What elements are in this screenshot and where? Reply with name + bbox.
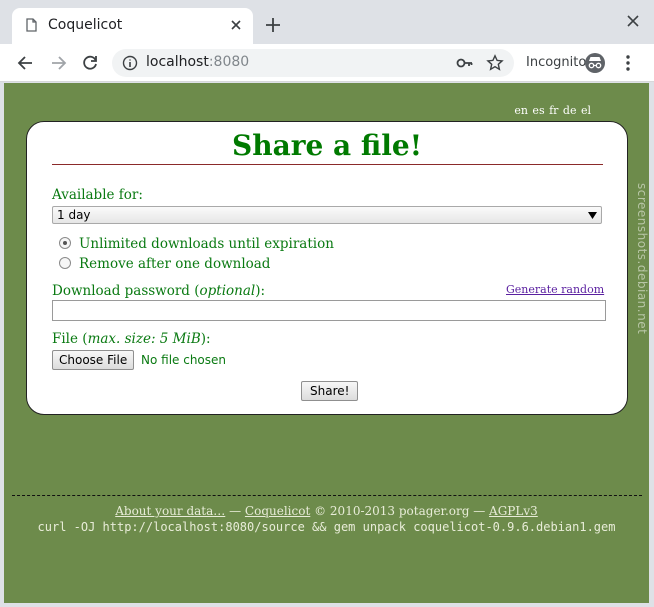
choose-file-button[interactable]: Choose File bbox=[52, 350, 135, 370]
footer-divider bbox=[12, 495, 642, 496]
title-divider bbox=[52, 164, 603, 165]
share-button[interactable]: Share! bbox=[301, 381, 359, 401]
available-label: Available for: bbox=[52, 187, 143, 203]
address-bar[interactable]: localhost:8080 bbox=[112, 49, 514, 77]
back-icon[interactable] bbox=[16, 53, 36, 73]
expiration-select[interactable]: 1 day bbox=[52, 206, 602, 224]
page-viewport: en es fr de el Share a file! Available f… bbox=[4, 83, 649, 603]
file-label: File (max. size: 5 MiB): bbox=[52, 331, 211, 347]
about-data-link[interactable]: About your data… bbox=[115, 504, 225, 518]
window-close-icon[interactable] bbox=[626, 14, 640, 28]
tab-strip: Coquelicot bbox=[0, 0, 654, 44]
watermark-text: screenshots.debian.net bbox=[635, 183, 649, 335]
page-title: Share a file! bbox=[231, 129, 423, 162]
key-icon[interactable] bbox=[456, 55, 474, 71]
license-link[interactable]: AGPLv3 bbox=[489, 504, 538, 518]
radio-one-time-label[interactable]: Remove after one download bbox=[79, 256, 270, 272]
expiration-value: 1 day bbox=[57, 208, 91, 222]
star-icon[interactable] bbox=[486, 54, 504, 72]
file-status: No file chosen bbox=[141, 353, 227, 367]
close-icon[interactable] bbox=[229, 18, 243, 32]
password-input[interactable] bbox=[52, 300, 606, 321]
chevron-down-icon bbox=[588, 212, 597, 219]
menu-icon[interactable] bbox=[622, 54, 634, 72]
generate-random-link[interactable]: Generate random bbox=[506, 283, 604, 296]
reload-icon[interactable] bbox=[80, 53, 100, 73]
forward-icon[interactable] bbox=[48, 53, 68, 73]
url-text: localhost:8080 bbox=[146, 54, 250, 70]
coquelicot-link[interactable]: Coquelicot bbox=[245, 504, 310, 518]
source-command: curl -OJ http://localhost:8080/source &&… bbox=[37, 520, 616, 534]
browser-toolbar: localhost:8080 Incognito bbox=[0, 44, 654, 82]
radio-one-time[interactable] bbox=[59, 257, 71, 269]
incognito-icon[interactable] bbox=[584, 52, 606, 74]
radio-unlimited-label[interactable]: Unlimited downloads until expiration bbox=[79, 236, 334, 252]
upload-form: Share a file! Available for: 1 day Unlim… bbox=[26, 121, 628, 415]
browser-tab[interactable]: Coquelicot bbox=[12, 8, 253, 44]
info-icon[interactable] bbox=[122, 55, 138, 71]
tab-title: Coquelicot bbox=[48, 17, 123, 33]
watermark: screenshots.debian.net bbox=[635, 183, 649, 423]
incognito-label: Incognito bbox=[526, 55, 587, 70]
footer-links: About your data… — Coquelicot © 2010-201… bbox=[115, 504, 538, 518]
plus-icon[interactable] bbox=[264, 16, 282, 34]
password-label: Download password (optional): bbox=[52, 283, 266, 299]
language-links[interactable]: en es fr de el bbox=[514, 104, 591, 117]
radio-unlimited[interactable] bbox=[59, 237, 71, 249]
document-icon bbox=[26, 18, 37, 32]
